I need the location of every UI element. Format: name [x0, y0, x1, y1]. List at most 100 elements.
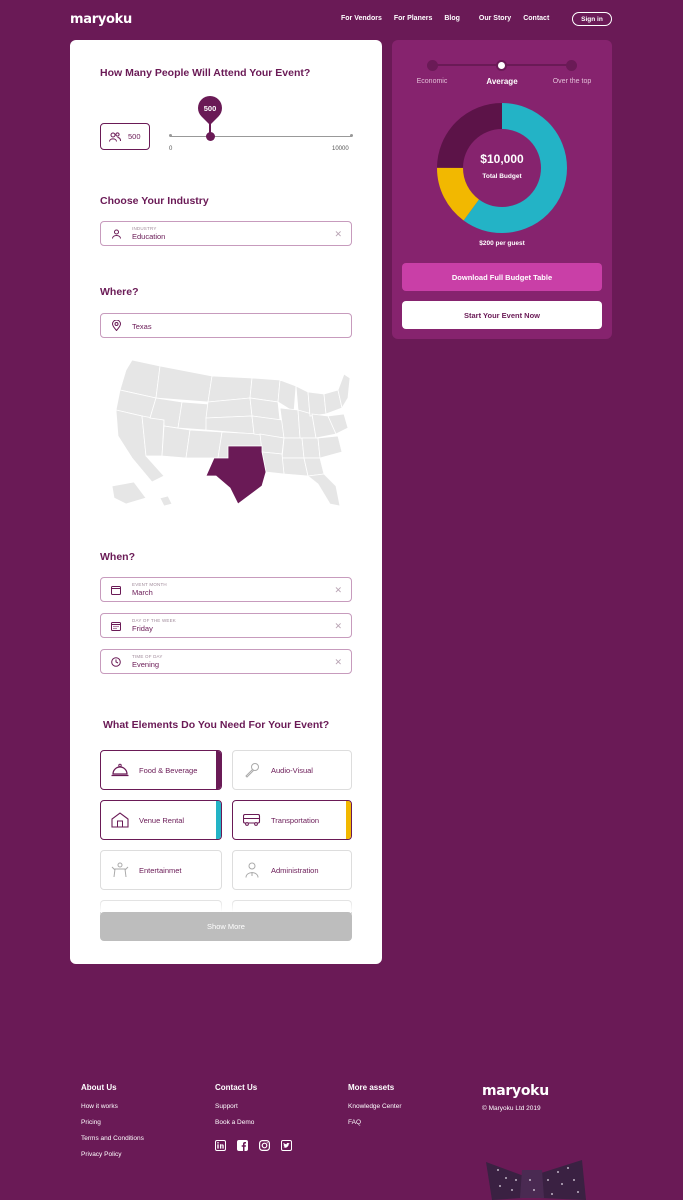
element-label: Transportation — [271, 815, 320, 825]
show-more-button[interactable]: Show More — [100, 912, 352, 941]
guests-title: How Many People Will Attend Your Event? — [100, 67, 311, 79]
element-venue-rental[interactable]: Venue Rental — [100, 800, 222, 840]
nav-for-planers[interactable]: For Planers — [394, 15, 433, 22]
when-title: When? — [100, 551, 135, 563]
level-economic-label[interactable]: Economic — [397, 78, 467, 85]
main-nav: For Vendors For Planers Blog Our Story C… — [341, 15, 561, 22]
sign-in-button[interactable]: Sign in — [572, 12, 612, 26]
budget-card: Economic Average Over the top $10,000 To… — [392, 40, 612, 339]
us-map[interactable] — [112, 358, 352, 508]
header-logo[interactable]: maryoku — [70, 12, 132, 27]
day-of-week-select[interactable]: DAY OF THE WEEK Friday ✕ — [100, 613, 352, 638]
industry-title: Choose Your Industry — [100, 195, 209, 207]
clear-time-icon[interactable]: ✕ — [334, 657, 342, 668]
event-month-label: EVENT MONTH — [132, 582, 167, 587]
calendar-grid-icon — [109, 621, 123, 631]
industry-select[interactable]: INDUSTRY Education ✕ — [100, 221, 352, 246]
slider-max-dot — [350, 134, 353, 137]
footer-link-knowledge-center[interactable]: Knowledge Center — [348, 1103, 401, 1110]
person-icon — [109, 229, 123, 239]
slider-min-dot — [169, 134, 172, 137]
clear-day-icon[interactable]: ✕ — [334, 621, 342, 632]
footer-link-support[interactable]: Support — [215, 1103, 257, 1110]
guest-slider-track[interactable] — [170, 136, 352, 137]
element-label: Food & Beverage — [139, 765, 198, 775]
event-month-select[interactable]: EVENT MONTH March ✕ — [100, 577, 352, 602]
twitter-icon[interactable] — [281, 1140, 292, 1151]
venue-icon — [111, 811, 129, 829]
footer-about: About Us How it works Pricing Terms and … — [81, 1083, 144, 1167]
selected-indicator — [346, 801, 351, 839]
element-audio-visual[interactable]: Audio-Visual — [232, 750, 352, 790]
nav-for-vendors[interactable]: For Vendors — [341, 15, 382, 22]
facebook-icon[interactable] — [237, 1140, 248, 1151]
selected-indicator — [216, 751, 221, 789]
bowtie-icon — [486, 1160, 586, 1200]
nav-blog[interactable]: Blog — [444, 15, 460, 22]
level-over-the-top-label[interactable]: Over the top — [537, 78, 607, 85]
entertainer-icon — [111, 861, 129, 879]
footer-assets-title: More assets — [348, 1083, 395, 1092]
element-label: Administration — [271, 865, 319, 875]
bus-icon — [243, 811, 261, 829]
clock-icon — [109, 656, 123, 667]
level-average-label[interactable]: Average — [467, 77, 537, 86]
location-pin-icon — [109, 320, 123, 331]
element-label: Entertainmet — [139, 865, 182, 875]
admin-person-icon — [243, 861, 261, 879]
time-of-day-select[interactable]: TIME OF DAY Evening ✕ — [100, 649, 352, 674]
budget-donut-chart — [437, 103, 567, 233]
food-cloche-icon — [111, 761, 129, 779]
element-label: Audio-Visual — [271, 765, 313, 775]
element-transportation[interactable]: Transportation — [232, 800, 352, 840]
footer-about-title: About Us — [81, 1083, 117, 1092]
footer-link-pricing[interactable]: Pricing — [81, 1119, 144, 1126]
clear-industry-icon[interactable]: ✕ — [334, 229, 342, 240]
elements-title: What Elements Do You Need For Your Event… — [103, 719, 330, 731]
guest-slider-handle[interactable] — [206, 132, 215, 141]
element-administration[interactable]: Administration — [232, 850, 352, 890]
nav-contact[interactable]: Contact — [523, 15, 549, 22]
element-food-beverage[interactable]: Food & Beverage — [100, 750, 222, 790]
selected-indicator — [216, 801, 221, 839]
event-form-card: How Many People Will Attend Your Event? … — [70, 40, 382, 964]
footer-link-how-it-works[interactable]: How it works — [81, 1103, 144, 1110]
footer-link-terms[interactable]: Terms and Conditions — [81, 1135, 144, 1142]
level-average-dot[interactable] — [496, 60, 507, 71]
clear-month-icon[interactable]: ✕ — [334, 585, 342, 596]
start-event-button[interactable]: Start Your Event Now — [402, 301, 602, 329]
element-entertainment[interactable]: Entertainmet — [100, 850, 222, 890]
total-budget-amount: $10,000 — [480, 152, 524, 166]
event-month-value: March — [132, 588, 153, 597]
level-economic-dot[interactable] — [427, 60, 438, 71]
microphone-icon — [243, 761, 261, 779]
footer-link-faq[interactable]: FAQ — [348, 1119, 401, 1126]
instagram-icon[interactable] — [259, 1140, 270, 1151]
footer-link-privacy[interactable]: Privacy Policy — [81, 1151, 144, 1158]
industry-label: INDUSTRY — [132, 226, 157, 231]
slider-pin-label: 500 — [203, 103, 217, 113]
day-of-week-value: Friday — [132, 624, 153, 633]
time-of-day-label: TIME OF DAY — [132, 654, 163, 659]
guest-count-input[interactable]: 500 — [100, 123, 150, 150]
nav-our-story[interactable]: Our Story — [479, 15, 511, 22]
footer-link-book-demo[interactable]: Book a Demo — [215, 1119, 257, 1126]
industry-value: Education — [132, 232, 166, 241]
footer-contact: Contact Us Support Book a Demo — [215, 1083, 257, 1135]
list-fade — [100, 898, 352, 912]
copyright: © Maryoku Ltd 2019 — [482, 1105, 541, 1112]
time-of-day-value: Evening — [132, 660, 160, 669]
footer-logo[interactable]: maryoku — [482, 1083, 549, 1099]
footer-assets: More assets Knowledge Center FAQ — [348, 1083, 401, 1135]
level-over-the-top-dot[interactable] — [566, 60, 577, 71]
linkedin-icon[interactable] — [215, 1140, 226, 1151]
guest-count-value: 500 — [128, 132, 141, 141]
social-links — [215, 1140, 292, 1151]
element-label: Venue Rental — [139, 815, 185, 825]
download-budget-button[interactable]: Download Full Budget Table — [402, 263, 602, 291]
location-input[interactable]: Texas — [100, 313, 352, 338]
slider-max-label: 10000 — [332, 146, 349, 152]
where-title: Where? — [100, 286, 139, 298]
footer-contact-title: Contact Us — [215, 1083, 258, 1092]
people-icon — [109, 131, 121, 142]
